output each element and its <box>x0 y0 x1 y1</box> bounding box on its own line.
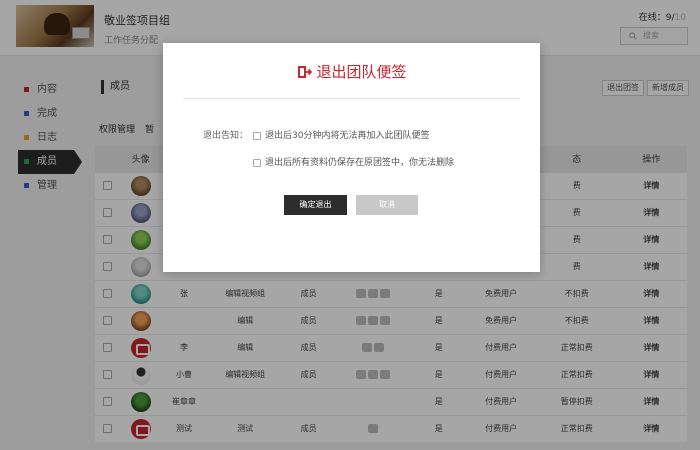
dialog-title: 退出团队便签 <box>163 61 540 82</box>
exit-team-dialog: 退出团队便签 退出告知： 退出后30分钟内将无法再加入此团队便签 退出后所有资料… <box>163 43 540 272</box>
cancel-button[interactable]: 取消 <box>356 195 418 215</box>
notice-label: 退出告知： <box>203 131 249 141</box>
dialog-title-text: 退出团队便签 <box>316 63 407 81</box>
exit-door-icon <box>298 66 313 78</box>
option-checkbox[interactable] <box>253 131 261 140</box>
notice-option-2[interactable]: 退出后所有资料仍保存在原团签中，你无法删除 <box>253 155 454 168</box>
option-text: 退出后所有资料仍保存在原团签中，你无法删除 <box>265 158 455 168</box>
notice-option-1[interactable]: 退出后30分钟内将无法再加入此团队便签 <box>253 128 429 141</box>
divider <box>183 98 520 99</box>
confirm-exit-button[interactable]: 确定退出 <box>284 195 347 215</box>
option-text: 退出后30分钟内将无法再加入此团队便签 <box>265 131 430 141</box>
option-checkbox[interactable] <box>253 158 261 167</box>
